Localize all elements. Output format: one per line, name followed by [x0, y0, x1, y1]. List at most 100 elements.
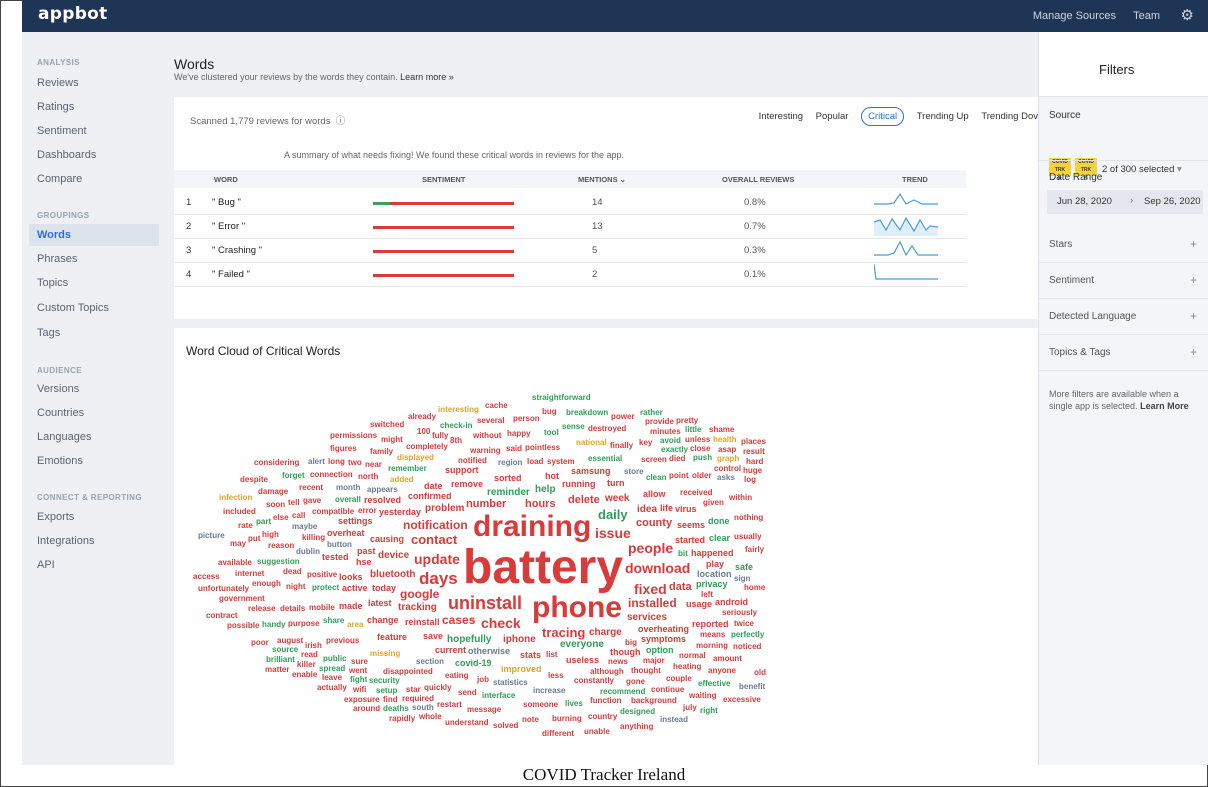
cloud-word[interactable]: completely [406, 443, 448, 451]
cloud-word[interactable]: appears [367, 486, 398, 494]
cloud-word[interactable]: 8th [450, 437, 462, 445]
cloud-word[interactable]: deaths [383, 705, 409, 713]
cloud-word[interactable]: damage [258, 488, 288, 496]
cloud-word[interactable]: county [636, 518, 672, 529]
cloud-word[interactable]: alert [308, 458, 325, 466]
cloud-word[interactable]: interface [482, 692, 515, 700]
cloud-word[interactable]: seems [677, 521, 705, 530]
cloud-word[interactable]: background [631, 697, 677, 705]
cloud-word[interactable]: remove [451, 480, 483, 489]
filter-section-topics-tags[interactable]: Topics & Tags + [1039, 334, 1208, 371]
cloud-word[interactable]: month [336, 484, 360, 492]
cloud-word[interactable]: log [744, 476, 756, 484]
cloud-word[interactable]: done [708, 517, 730, 526]
row-word[interactable]: " Error " [212, 221, 245, 232]
cloud-word[interactable]: started [675, 536, 705, 545]
tab-trending-down[interactable]: Trending Dov [981, 108, 1038, 125]
cloud-word[interactable]: option [646, 646, 674, 655]
cloud-word[interactable]: exposure [344, 696, 380, 704]
cloud-word[interactable]: overheat [327, 529, 365, 538]
cloud-word[interactable]: figures [330, 445, 357, 453]
cloud-word[interactable]: protect [312, 584, 339, 592]
cloud-word[interactable]: though [610, 648, 641, 657]
cloud-word[interactable]: draining [473, 512, 591, 542]
cloud-word[interactable]: seriously [722, 609, 757, 617]
cloud-word[interactable]: exactly [661, 446, 688, 454]
tab-critical[interactable]: Critical [861, 107, 905, 126]
cloud-word[interactable]: rate [238, 522, 253, 530]
cloud-word[interactable]: virus [675, 505, 697, 514]
cloud-word[interactable]: cache [485, 402, 508, 410]
cloud-word[interactable]: hse [356, 558, 372, 567]
cloud-word[interactable]: solved [493, 722, 518, 730]
cloud-word[interactable]: call [292, 512, 305, 520]
cloud-word[interactable]: key [639, 439, 652, 447]
cloud-word[interactable]: security [369, 677, 400, 685]
cloud-word[interactable]: news [608, 658, 628, 666]
cloud-word[interactable]: looks [339, 573, 363, 582]
learn-more-filters-link[interactable]: Learn More [1140, 401, 1189, 411]
cloud-word[interactable]: heating [673, 663, 701, 671]
cloud-word[interactable]: system [547, 458, 575, 466]
cloud-word[interactable]: today [372, 584, 396, 593]
cloud-word[interactable]: job [477, 676, 489, 684]
cloud-word[interactable]: high [262, 531, 279, 539]
cloud-word[interactable]: fight [350, 676, 367, 684]
cloud-word[interactable]: maybe [292, 523, 317, 531]
cloud-word[interactable]: share [323, 617, 344, 625]
cloud-word[interactable]: sure [351, 658, 368, 666]
source-select[interactable]: 2 of 300 selected ▾ [1102, 164, 1182, 175]
cloud-word[interactable]: restart [437, 701, 462, 709]
plus-icon[interactable]: + [1190, 309, 1197, 323]
cloud-word[interactable]: update [414, 552, 460, 566]
cloud-word[interactable]: device [378, 551, 409, 561]
cloud-word[interactable]: push [693, 454, 712, 462]
cloud-word[interactable]: huge [743, 467, 762, 475]
cloud-word[interactable]: brilliant [266, 656, 295, 664]
plus-icon[interactable]: + [1190, 237, 1197, 251]
cloud-word[interactable]: section [416, 658, 444, 666]
cloud-word[interactable]: everyone [560, 640, 604, 650]
cloud-word[interactable]: right [700, 707, 718, 715]
cloud-word[interactable]: reinstall [405, 618, 440, 627]
cloud-word[interactable]: eating [445, 672, 469, 680]
cloud-word[interactable]: control [714, 465, 741, 473]
cloud-word[interactable]: unfortunately [198, 585, 249, 593]
cloud-word[interactable]: considering [254, 459, 299, 467]
col-mentions[interactable]: MENTIONS ⌄ [578, 175, 626, 184]
cloud-word[interactable]: help [535, 485, 556, 495]
cloud-word[interactable]: dublin [296, 548, 320, 556]
cloud-word[interactable]: statistics [493, 679, 528, 687]
cloud-word[interactable]: although [590, 668, 624, 676]
cloud-word[interactable]: different [542, 730, 574, 738]
cloud-word[interactable]: put [248, 535, 260, 543]
cloud-word[interactable]: save [423, 632, 443, 641]
cloud-word[interactable]: poor [251, 639, 269, 647]
cloud-word[interactable]: leave [322, 674, 342, 682]
cloud-word[interactable]: region [498, 459, 522, 467]
cloud-word[interactable]: read [301, 651, 318, 659]
cloud-word[interactable]: made [339, 602, 363, 611]
cloud-word[interactable]: otherwise [468, 647, 510, 656]
row-word[interactable]: " Crashing " [212, 245, 262, 256]
cloud-word[interactable]: part [256, 518, 271, 526]
cloud-word[interactable]: excessive [723, 696, 761, 704]
cloud-word[interactable]: date [424, 482, 443, 491]
filter-section-stars[interactable]: Stars + [1039, 226, 1208, 263]
cloud-word[interactable]: switched [370, 421, 404, 429]
cloud-word[interactable]: irish [305, 642, 322, 650]
table-row[interactable]: 4 " Failed " 2 0.1% [174, 262, 966, 287]
cloud-word[interactable]: issue [595, 526, 631, 540]
cloud-word[interactable]: result [743, 448, 765, 456]
cloud-word[interactable]: several [477, 417, 505, 425]
cloud-word[interactable]: power [611, 413, 635, 421]
cloud-word[interactable]: minutes [650, 428, 681, 436]
cloud-word[interactable]: android [715, 598, 748, 607]
cloud-word[interactable]: usage [686, 600, 712, 609]
table-row[interactable]: 1 " Bug " 14 0.8% [174, 190, 966, 215]
cloud-word[interactable]: notified [458, 457, 487, 465]
cloud-word[interactable]: causing [370, 535, 404, 544]
cloud-word[interactable]: national [576, 439, 607, 447]
cloud-word[interactable]: confirmed [408, 492, 452, 501]
cloud-word[interactable]: running [562, 480, 596, 489]
